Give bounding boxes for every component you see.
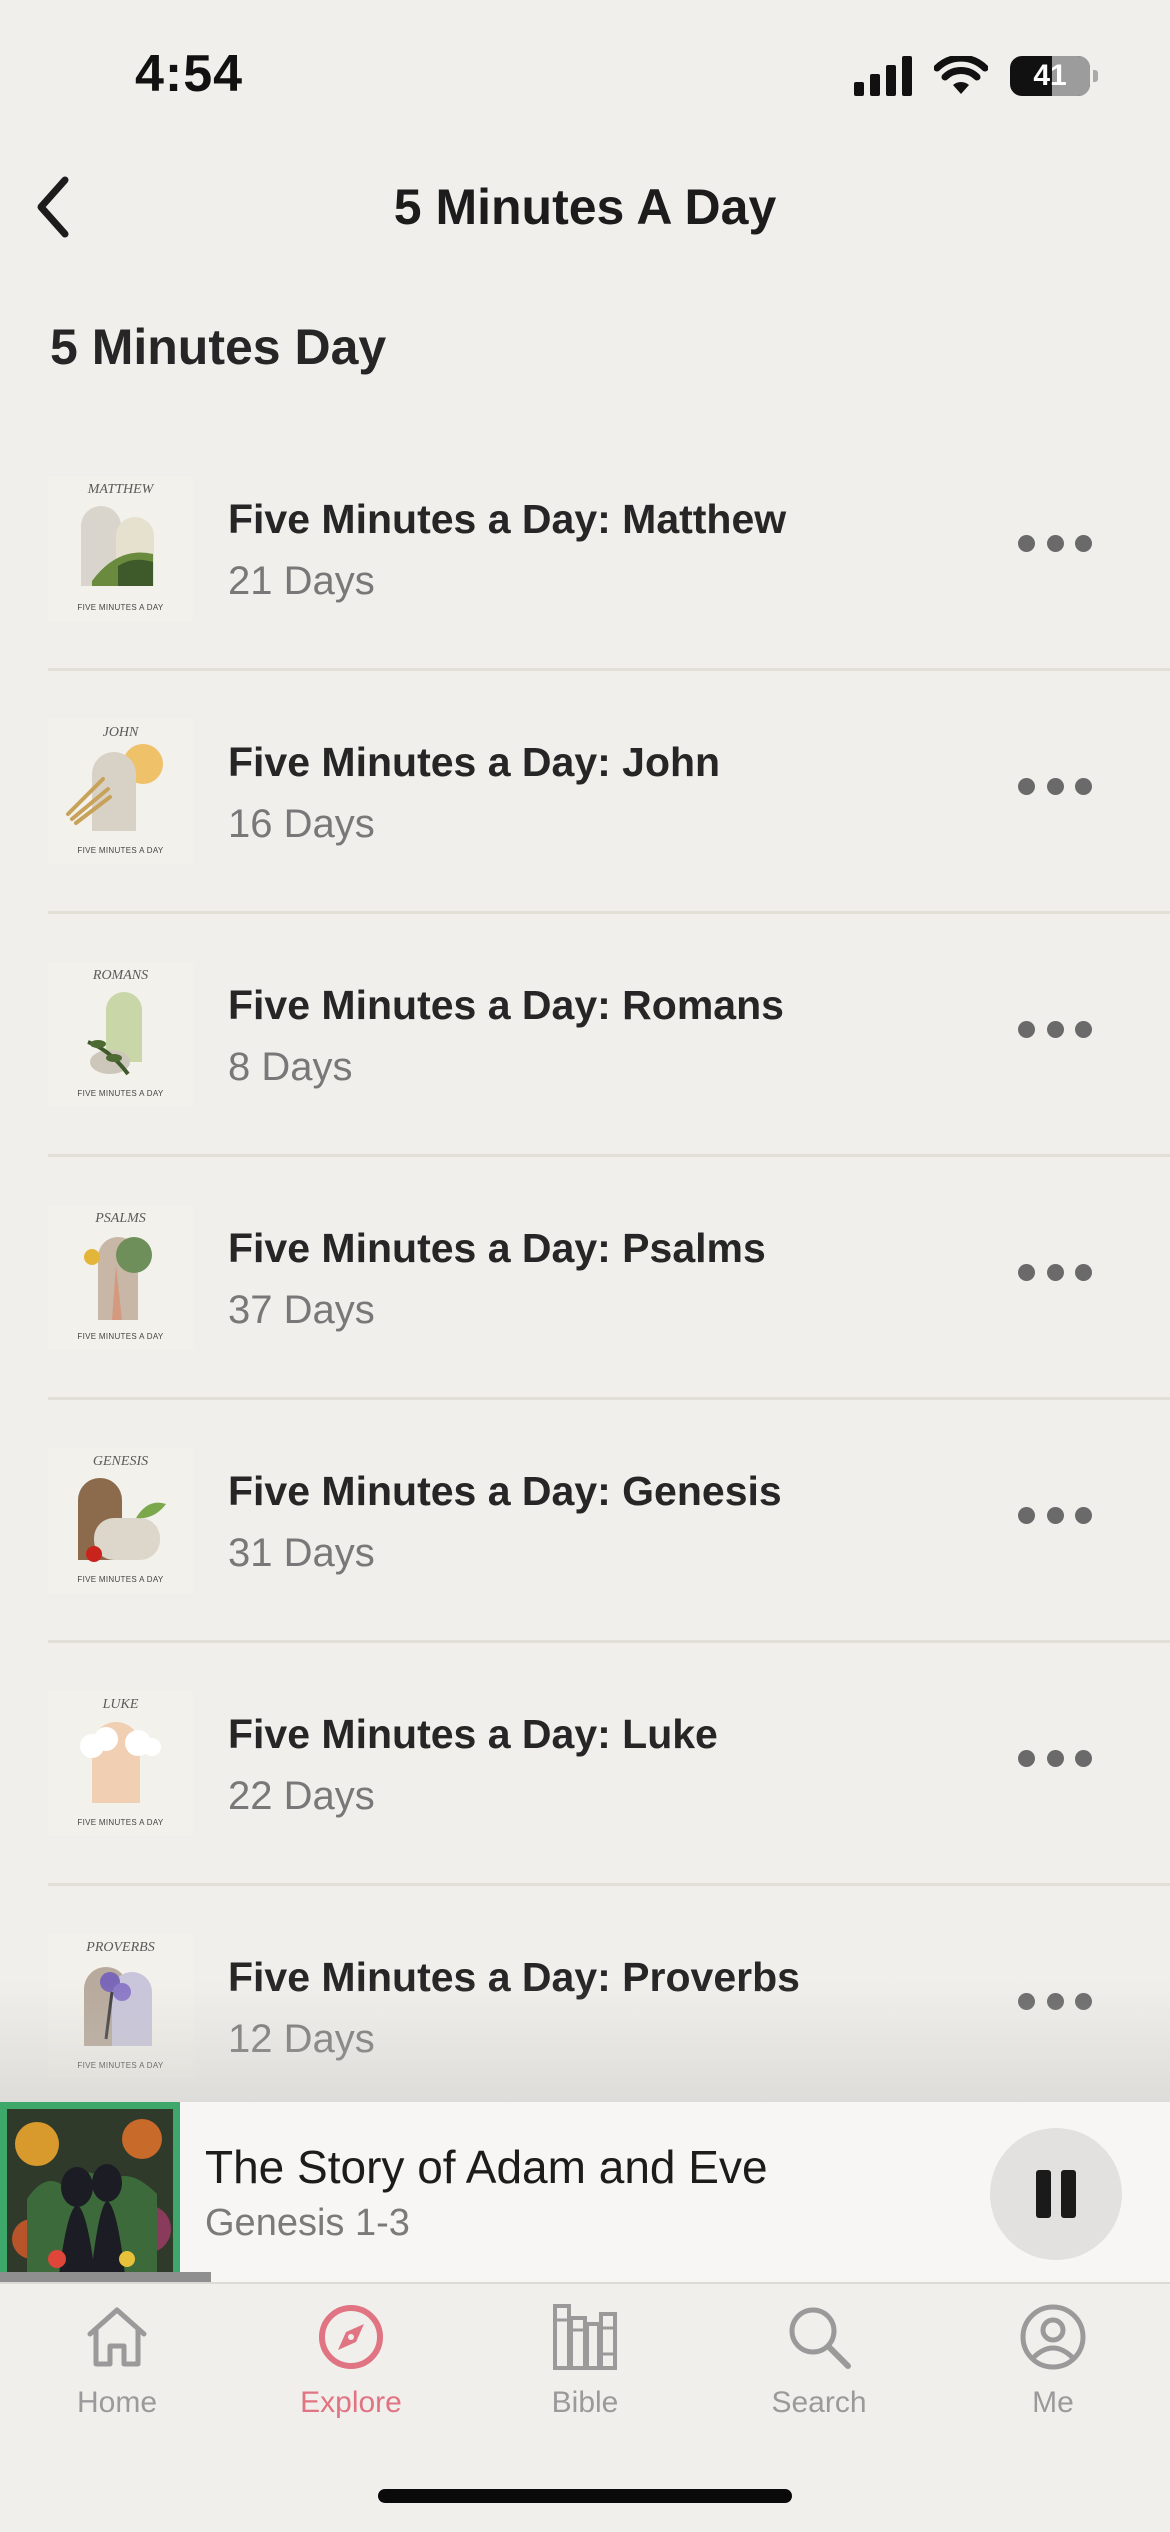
plan-title: Five Minutes a Day: John: [228, 739, 721, 785]
status-icons: 41: [854, 56, 1098, 96]
plan-thumbnail: JOHN FIVE MINUTES A DAY: [48, 719, 193, 864]
battery-icon: 41: [1010, 56, 1098, 96]
plan-days: 22 Days: [228, 1774, 375, 1818]
more-options-button[interactable]: [1018, 1257, 1092, 1287]
plan-title: Five Minutes a Day: Psalms: [228, 1225, 766, 1271]
plan-days: 12 Days: [228, 2017, 375, 2061]
status-bar: 4:54 41: [0, 0, 1170, 150]
plan-title: Five Minutes a Day: Matthew: [228, 496, 787, 542]
player-artwork: [0, 2102, 180, 2282]
plan-days: 21 Days: [228, 559, 375, 603]
plan-thumbnail: GENESIS FIVE MINUTES A DAY: [48, 1448, 193, 1593]
plan-days: 37 Days: [228, 1288, 375, 1332]
plan-thumbnail: MATTHEW FIVE MINUTES A DAY: [48, 476, 193, 621]
playback-progress[interactable]: [0, 2272, 1170, 2282]
more-options-button[interactable]: [1018, 1743, 1092, 1773]
page-title: 5 Minutes A Day: [393, 179, 777, 235]
wifi-icon: [934, 56, 988, 94]
plan-thumbnail: LUKE FIVE MINUTES A DAY: [48, 1691, 193, 1836]
home-icon: [87, 2307, 147, 2367]
plan-title: Five Minutes a Day: Romans: [228, 982, 784, 1028]
plan-item-psalms[interactable]: PSALMS FIVE MINUTES A DAY Five Minutes a…: [0, 1157, 1170, 1400]
tab-home[interactable]: Home: [0, 2302, 234, 2432]
home-indicator[interactable]: [378, 2489, 792, 2503]
plan-item-proverbs[interactable]: PROVERBS FIVE MINUTES A DAY Five Minutes…: [0, 1886, 1170, 2129]
tab-explore[interactable]: Explore: [234, 2302, 468, 2432]
pause-button[interactable]: [990, 2128, 1122, 2260]
plan-thumbnail: ROMANS FIVE MINUTES A DAY: [48, 962, 193, 1107]
section-title: 5 Minutes Day: [50, 319, 387, 375]
battery-level: 41: [1033, 59, 1067, 92]
plan-item-luke[interactable]: LUKE FIVE MINUTES A DAY Five Minutes a D…: [0, 1643, 1170, 1886]
pause-icon: [1036, 2170, 1051, 2218]
mini-player[interactable]: The Story of Adam and Eve Genesis 1-3: [0, 2102, 1170, 2282]
plan-item-matthew[interactable]: MATTHEW FIVE MINUTES A DAY Five Minutes …: [0, 428, 1170, 671]
now-playing-subtitle: Genesis 1-3: [205, 2202, 410, 2244]
profile-icon: [1020, 2304, 1086, 2370]
plan-thumbnail: PSALMS FIVE MINUTES A DAY: [48, 1205, 193, 1350]
status-time: 4:54: [135, 45, 244, 103]
more-options-button[interactable]: [1018, 1986, 1092, 2016]
more-options-button[interactable]: [1018, 528, 1092, 558]
plan-days: 8 Days: [228, 1045, 353, 1089]
now-playing-title: The Story of Adam and Eve: [205, 2141, 768, 2193]
tab-bible[interactable]: Bible: [468, 2302, 702, 2432]
more-options-button[interactable]: [1018, 771, 1092, 801]
tab-me[interactable]: Me: [936, 2302, 1170, 2432]
more-options-button[interactable]: [1018, 1500, 1092, 1530]
plan-title: Five Minutes a Day: Proverbs: [228, 1954, 800, 2000]
plan-days: 31 Days: [228, 1531, 375, 1575]
tab-search[interactable]: Search: [702, 2302, 936, 2432]
plan-item-romans[interactable]: ROMANS FIVE MINUTES A DAY Five Minutes a…: [0, 914, 1170, 1157]
bible-books-icon: [553, 2304, 617, 2370]
more-options-button[interactable]: [1018, 1014, 1092, 1044]
plan-days: 16 Days: [228, 802, 375, 846]
plan-list: MATTHEW FIVE MINUTES A DAY Five Minutes …: [0, 428, 1170, 2129]
compass-icon: [319, 2305, 383, 2369]
nav-header: 5 Minutes A Day: [0, 150, 1170, 265]
plan-item-genesis[interactable]: GENESIS FIVE MINUTES A DAY Five Minutes …: [0, 1400, 1170, 1643]
plan-item-john[interactable]: JOHN FIVE MINUTES A DAY Five Minutes a D…: [0, 671, 1170, 914]
playback-progress-fill: [0, 2272, 211, 2282]
search-icon: [789, 2307, 851, 2369]
signal-icon: [854, 56, 912, 96]
plan-title: Five Minutes a Day: Luke: [228, 1711, 718, 1757]
plan-title: Five Minutes a Day: Genesis: [228, 1468, 782, 1514]
plan-thumbnail: PROVERBS FIVE MINUTES A DAY: [48, 1934, 193, 2079]
